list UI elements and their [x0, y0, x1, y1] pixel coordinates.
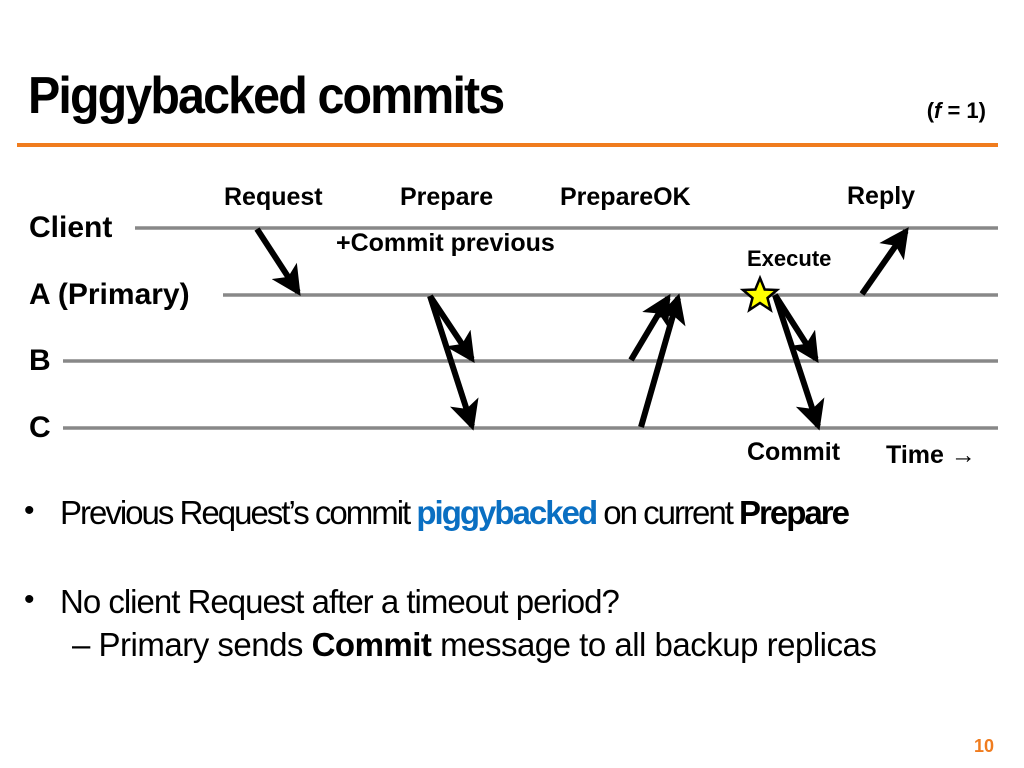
label-commit: Commit: [747, 438, 841, 466]
sub-bullet-dash: –: [72, 626, 99, 663]
bullet1-prepare-bold: Prepare: [739, 494, 850, 531]
reply-arrow: [859, 227, 909, 296]
label-request: Request: [224, 183, 323, 211]
label-time-arrow-icon: Time →: [886, 441, 976, 469]
sub-bullet-part2: message to all backup replicas: [431, 626, 877, 663]
label-execute: Execute: [747, 246, 832, 271]
label-reply: Reply: [847, 182, 916, 210]
sub-bullet-commit-bold: Commit: [311, 626, 432, 663]
lane-label-client: Client: [29, 211, 113, 244]
bullet-dot-icon: •: [24, 583, 34, 616]
bullet-timeout: • No client Request after a timeout peri…: [24, 583, 620, 621]
sub-bullet-commit-message: – Primary sends Commit message to all ba…: [72, 626, 877, 664]
bullet-dot-icon: •: [24, 494, 34, 527]
request-arrow: [254, 227, 301, 297]
page-number: 10: [973, 736, 994, 756]
bullet1-part0: Previous Request’s commit: [60, 494, 417, 531]
bullet1-part2: on current: [596, 494, 740, 531]
label-prepare: Prepare: [400, 183, 494, 211]
label-commit-previous: +Commit previous: [336, 229, 555, 257]
lane-label-c: C: [29, 411, 51, 444]
prepare-arrow-to-b: [427, 294, 475, 363]
bullet2-text: No client Request after a timeout period…: [60, 583, 620, 620]
sub-bullet-part0: Primary sends: [98, 626, 312, 663]
label-prepareok: PrepareOK: [560, 183, 691, 211]
bullet1-highlight-piggybacked: piggybacked: [416, 494, 598, 531]
lane-label-primary: A (Primary): [29, 278, 190, 311]
execute-star-icon: [739, 274, 781, 313]
bullet-piggybacked: • Previous Request’s commit piggybacked …: [24, 494, 850, 532]
lane-label-b: B: [29, 344, 51, 377]
